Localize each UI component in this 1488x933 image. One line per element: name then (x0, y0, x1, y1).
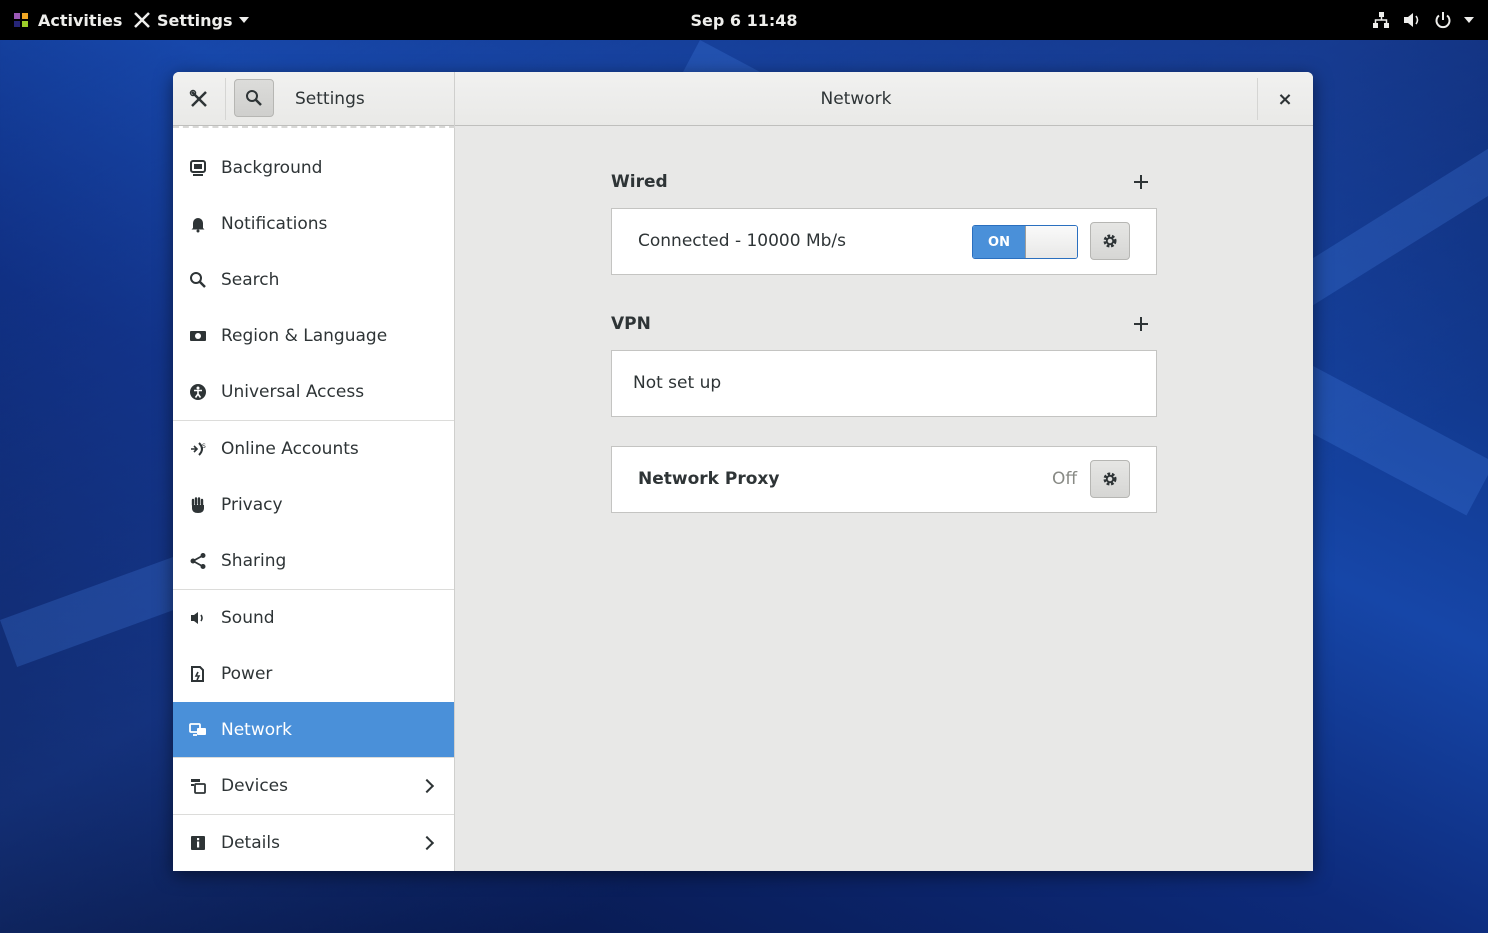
wired-settings-button[interactable] (1090, 222, 1130, 260)
search-button[interactable] (234, 79, 274, 117)
header-separator (1257, 78, 1258, 120)
share-icon (188, 551, 208, 571)
sidebar-item-label: Devices (221, 776, 288, 796)
info-icon (188, 833, 208, 853)
wired-toggle[interactable]: ON (972, 225, 1078, 259)
app-menu[interactable]: Settings (133, 0, 249, 40)
power-icon (1435, 12, 1451, 29)
app-menu-label: Settings (157, 10, 233, 30)
proxy-settings-button[interactable] (1090, 460, 1130, 498)
sidebar-divider (173, 589, 454, 590)
wired-frame: Connected - 10000 Mb/s ON (611, 208, 1157, 275)
scroll-edge (173, 126, 455, 128)
activities-button[interactable]: Activities (12, 0, 122, 40)
vpn-status: Not set up (633, 373, 722, 393)
add-vpn-button[interactable] (1133, 316, 1149, 332)
sidebar-item-notifications[interactable]: Notifications (173, 196, 454, 252)
settings-window: Settings Network × Background Notificatio… (173, 72, 1313, 871)
page-title: Network (820, 89, 892, 109)
wired-title: Wired (611, 172, 668, 192)
sidebar-item-sharing[interactable]: Sharing (173, 533, 454, 589)
clock[interactable]: Sep 6 11:48 (690, 11, 797, 30)
sidebar-item-search[interactable]: Search (173, 252, 454, 308)
proxy-frame[interactable]: Network Proxy Off (611, 446, 1157, 513)
close-button[interactable]: × (1271, 85, 1299, 113)
header-bar: Settings Network × (173, 72, 1313, 126)
sidebar-header: Settings (173, 72, 455, 126)
sidebar: Background Notifications Search Region & La… (173, 126, 455, 871)
top-bar: Activities Settings Sep 6 11:48 (0, 0, 1488, 40)
accessibility-icon (188, 382, 208, 402)
sidebar-item-background[interactable]: Background (173, 140, 454, 196)
chevron-right-icon (419, 835, 435, 851)
chevron-down-icon (1464, 17, 1474, 23)
sidebar-item-power[interactable]: Power (173, 646, 454, 702)
sidebar-item-universal-access[interactable]: Universal Access (173, 364, 454, 420)
sidebar-item-label: Online Accounts (221, 439, 359, 459)
sidebar-item-online-accounts[interactable]: S Online Accounts (173, 421, 454, 477)
online-accounts-icon: S (188, 439, 208, 459)
power-plug-icon (188, 664, 208, 684)
volume-icon (1404, 13, 1419, 27)
toggle-on-label: ON (973, 226, 1025, 258)
sidebar-item-privacy[interactable]: Privacy (173, 477, 454, 533)
speaker-icon (188, 608, 208, 628)
sidebar-item-label: Network (221, 720, 292, 740)
sidebar-item-label: Sharing (221, 551, 287, 571)
network-icon (188, 720, 208, 740)
sidebar-item-label: Privacy (221, 495, 283, 515)
add-wired-button[interactable] (1133, 174, 1149, 190)
tools-icon (134, 12, 150, 28)
wired-status: Connected - 10000 Mb/s (638, 231, 847, 251)
devices-icon (188, 776, 208, 796)
sidebar-divider (173, 814, 454, 815)
sidebar-item-label: Background (221, 158, 323, 178)
vpn-frame: Not set up (611, 350, 1157, 417)
region-icon (188, 326, 208, 346)
sidebar-item-label: Region & Language (221, 326, 388, 346)
network-panel: Wired Connected - 10000 Mb/s ON VPN Not … (456, 126, 1313, 871)
sidebar-title: Settings (295, 89, 365, 109)
chevron-down-icon (238, 17, 249, 23)
header-separator (225, 78, 226, 120)
search-icon (246, 90, 262, 106)
background-icon (188, 158, 208, 178)
distro-logo-icon (14, 13, 28, 27)
sidebar-item-network[interactable]: Network (173, 702, 454, 758)
sidebar-item-label: Power (221, 664, 273, 684)
vpn-title: VPN (611, 314, 651, 334)
sidebar-item-label: Details (221, 833, 280, 853)
sidebar-divider (173, 420, 454, 421)
proxy-title: Network Proxy (638, 469, 780, 489)
sidebar-item-devices[interactable]: Devices (173, 758, 454, 814)
gear-icon (1103, 472, 1117, 486)
sidebar-item-details[interactable]: Details (173, 815, 454, 871)
gear-icon (1103, 234, 1117, 248)
sidebar-item-label: Universal Access (221, 382, 365, 402)
bell-icon (188, 214, 208, 234)
hand-icon (188, 495, 208, 515)
search-icon (188, 270, 208, 290)
chevron-right-icon (419, 778, 435, 794)
network-wired-icon (1373, 12, 1389, 28)
toggle-knob (1025, 226, 1077, 258)
sidebar-item-label: Notifications (221, 214, 328, 234)
close-icon: × (1277, 88, 1293, 110)
svg-text:S: S (202, 443, 206, 450)
tools-icon (181, 81, 217, 117)
sidebar-item-label: Search (221, 270, 280, 290)
proxy-status: Off (1052, 469, 1078, 489)
system-menu[interactable] (1372, 0, 1474, 40)
sidebar-item-label: Sound (221, 608, 275, 628)
sidebar-item-region-language[interactable]: Region & Language (173, 308, 454, 364)
activities-label: Activities (38, 10, 123, 30)
sidebar-divider (173, 757, 454, 758)
sidebar-item-sound[interactable]: Sound (173, 590, 454, 646)
